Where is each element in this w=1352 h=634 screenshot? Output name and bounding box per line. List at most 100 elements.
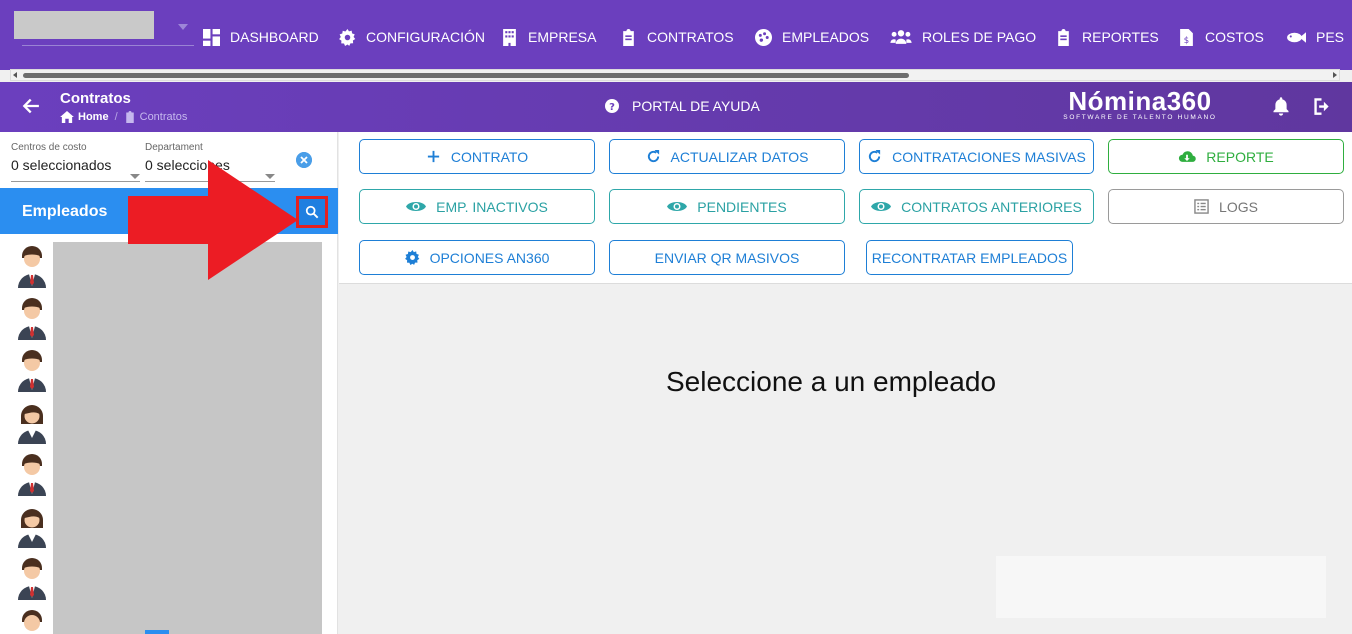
button-label: RECONTRATAR EMPLEADOS (871, 249, 1068, 266)
breadcrumb-separator: / (114, 111, 118, 123)
clipboard-icon (623, 28, 634, 46)
top-navigation: DASHBOARD CONFIGURACIÓN EMPRESA CONTRATO… (0, 0, 1352, 70)
nav-item-roles-de-pago[interactable]: ROLES DE PAGO (890, 27, 1036, 47)
help-portal-label: PORTAL DE AYUDA (632, 98, 760, 114)
send-mass-qr-button[interactable]: ENVIAR QR MASIVOS (609, 240, 845, 275)
scroll-right-icon[interactable] (1333, 72, 1337, 78)
button-label: EMP. INACTIVOS (436, 198, 548, 215)
chevron-down-icon[interactable] (178, 24, 188, 30)
nav-item-label: DASHBOARD (230, 29, 319, 45)
nav-item-empleados[interactable]: EMPLEADOS (755, 27, 869, 47)
button-label: CONTRATOS ANTERIORES (901, 198, 1082, 215)
dashboard-icon (203, 28, 220, 46)
nav-item-label: COSTOS (1205, 29, 1264, 45)
employee-avatar[interactable] (16, 506, 48, 548)
page-title: Contratos (60, 90, 131, 107)
company-selector[interactable] (14, 11, 154, 39)
back-arrow-icon[interactable] (22, 97, 40, 115)
question-circle-icon: ? (605, 99, 619, 113)
nav-item-reportes[interactable]: REPORTES (1055, 27, 1159, 47)
cost-center-value: 0 seleccionados (11, 157, 112, 173)
logo-name: Nómina360 (1068, 86, 1212, 116)
nav-item-contratos[interactable]: CONTRATOS (620, 27, 734, 47)
page-header: Contratos Home / Contratos ? PORTAL DE A… (0, 82, 1352, 132)
button-label: PENDIENTES (697, 198, 787, 215)
button-label: OPCIONES AN360 (429, 249, 550, 266)
users-icon (890, 29, 912, 44)
button-label: CONTRATO (450, 148, 529, 165)
nav-item-costos[interactable]: $ COSTOS (1178, 27, 1264, 47)
building-icon (503, 28, 516, 46)
update-data-button[interactable]: ACTUALIZAR DATOS (609, 139, 845, 174)
pending-button[interactable]: PENDIENTES (609, 189, 845, 224)
redacted-employee-names (53, 242, 322, 634)
cost-center-label: Centros de costo (11, 142, 87, 153)
refresh-icon (869, 149, 881, 163)
cost-center-underline (11, 181, 140, 182)
nav-item-pes[interactable]: PES (1285, 27, 1344, 47)
employee-avatar[interactable] (16, 298, 48, 340)
employee-avatar[interactable] (16, 350, 48, 392)
scroll-left-icon[interactable] (13, 72, 17, 78)
employee-avatar[interactable] (16, 454, 48, 496)
home-icon[interactable] (60, 111, 74, 123)
palette-icon (755, 28, 772, 46)
breadcrumb-home[interactable]: Home (78, 111, 109, 123)
button-label: ENVIAR QR MASIVOS (654, 249, 800, 266)
list-icon (1194, 199, 1209, 214)
action-toolbar: CONTRATO ACTUALIZAR DATOS CONTRATACIONES… (339, 132, 1352, 284)
refresh-icon (647, 149, 659, 163)
eye-icon (871, 202, 892, 211)
employee-avatar[interactable] (16, 246, 48, 288)
brand-logo: Nómina360 SOFTWARE DE TALENTO HUMANO (1058, 86, 1222, 126)
button-label: REPORTE (1206, 148, 1274, 165)
company-selector-underline (22, 45, 194, 46)
nav-item-label: CONTRATOS (647, 29, 734, 45)
nav-item-label: CONFIGURACIÓN (366, 29, 485, 45)
fish-icon (1287, 31, 1306, 43)
eye-icon (667, 202, 688, 211)
nav-item-label: PES (1316, 29, 1345, 45)
department-label: Departament (145, 142, 203, 153)
nav-item-label: REPORTES (1082, 29, 1159, 45)
clipboard-icon (125, 111, 134, 123)
horizontal-scrollbar[interactable] (10, 69, 1340, 81)
inactive-employees-button[interactable]: EMP. INACTIVOS (359, 189, 595, 224)
cost-center-filter[interactable]: Centros de costo 0 seleccionados (11, 142, 140, 182)
nav-item-configuracion[interactable]: CONFIGURACIÓN (339, 27, 485, 47)
report-button[interactable]: REPORTE (1108, 139, 1344, 174)
logs-button[interactable]: LOGS (1108, 189, 1344, 224)
button-label: LOGS (1219, 198, 1258, 215)
scrollbar-thumb[interactable] (23, 73, 909, 78)
file-dollar-icon: $ (1180, 28, 1193, 46)
previous-contracts-button[interactable]: CONTRATOS ANTERIORES (859, 189, 1094, 224)
button-label: ACTUALIZAR DATOS (670, 148, 809, 165)
rehire-employees-button[interactable]: RECONTRATAR EMPLEADOS (866, 240, 1073, 275)
button-label: CONTRATACIONES MASIVAS (892, 148, 1086, 165)
bell-icon[interactable] (1271, 96, 1291, 116)
list-scroll-indicator (145, 630, 169, 634)
empty-state-message: Seleccione a un empleado (666, 366, 997, 397)
plus-icon (427, 150, 439, 163)
svg-text:?: ? (609, 102, 615, 113)
nav-item-label: EMPRESA (528, 29, 597, 45)
search-employees-button[interactable] (296, 196, 328, 228)
employee-avatar[interactable] (16, 610, 48, 634)
employee-avatar[interactable] (16, 558, 48, 600)
svg-text:$: $ (1184, 35, 1189, 45)
an360-options-button[interactable]: OPCIONES AN360 (359, 240, 595, 275)
search-icon (305, 205, 319, 219)
gear-icon (404, 250, 419, 265)
breadcrumb: Home / Contratos (60, 111, 187, 123)
breadcrumb-current: Contratos (139, 111, 188, 123)
logout-icon[interactable] (1312, 97, 1331, 116)
nav-item-empresa[interactable]: EMPRESA (501, 27, 596, 47)
background-panel (996, 556, 1326, 618)
mass-hiring-button[interactable]: CONTRATACIONES MASIVAS (859, 139, 1094, 174)
employee-avatar[interactable] (16, 402, 48, 444)
help-portal-link[interactable]: ? PORTAL DE AYUDA (604, 98, 760, 114)
new-contract-button[interactable]: CONTRATO (359, 139, 595, 174)
nav-item-dashboard[interactable]: DASHBOARD (203, 27, 319, 47)
cloud-download-icon (1179, 151, 1197, 162)
eye-icon (406, 202, 427, 211)
